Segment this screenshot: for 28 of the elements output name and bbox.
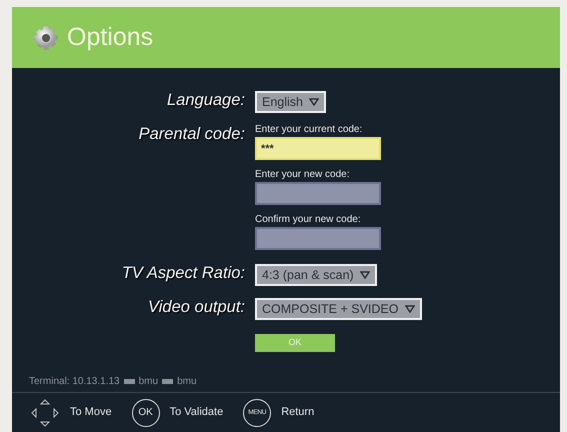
code-field[interactable]: [255, 182, 381, 205]
hint-text: Return: [281, 405, 314, 420]
separator-icon: [162, 379, 174, 384]
field-label: Video output:: [147, 297, 245, 318]
gear-icon: [33, 24, 59, 50]
hint-text: To Move: [70, 405, 112, 420]
dropdown[interactable]: English: [255, 91, 326, 114]
key-icon: OK: [132, 398, 160, 426]
code-field[interactable]: [255, 227, 381, 250]
code-field[interactable]: ***: [255, 137, 381, 160]
page-title: Options: [67, 22, 154, 53]
hint-text: To Validate: [170, 405, 224, 420]
dpad-icon: [30, 398, 60, 428]
terminal-info: Terminal: 10.13.1.13: [29, 375, 120, 389]
field-caption: Enter your current code:: [255, 124, 364, 136]
field-label: Language:: [166, 90, 245, 111]
dropdown[interactable]: 4:3 (pan & scan): [255, 264, 377, 286]
dropdown[interactable]: COMPOSITE + SVIDEO: [255, 298, 422, 320]
dropdown-arrow-icon: [360, 271, 370, 280]
dropdown-arrow-icon: [404, 305, 414, 314]
user-name: bmu: [177, 375, 197, 389]
dropdown-arrow-icon: [309, 98, 319, 106]
field-label: Parental code:: [138, 124, 245, 145]
user-name: bmu: [138, 375, 158, 389]
field-caption: Enter your new code:: [255, 169, 350, 181]
field-label: TV Aspect Ratio:: [120, 263, 245, 284]
separator-icon: [124, 379, 135, 384]
field-caption: Confirm your new code:: [255, 214, 362, 226]
